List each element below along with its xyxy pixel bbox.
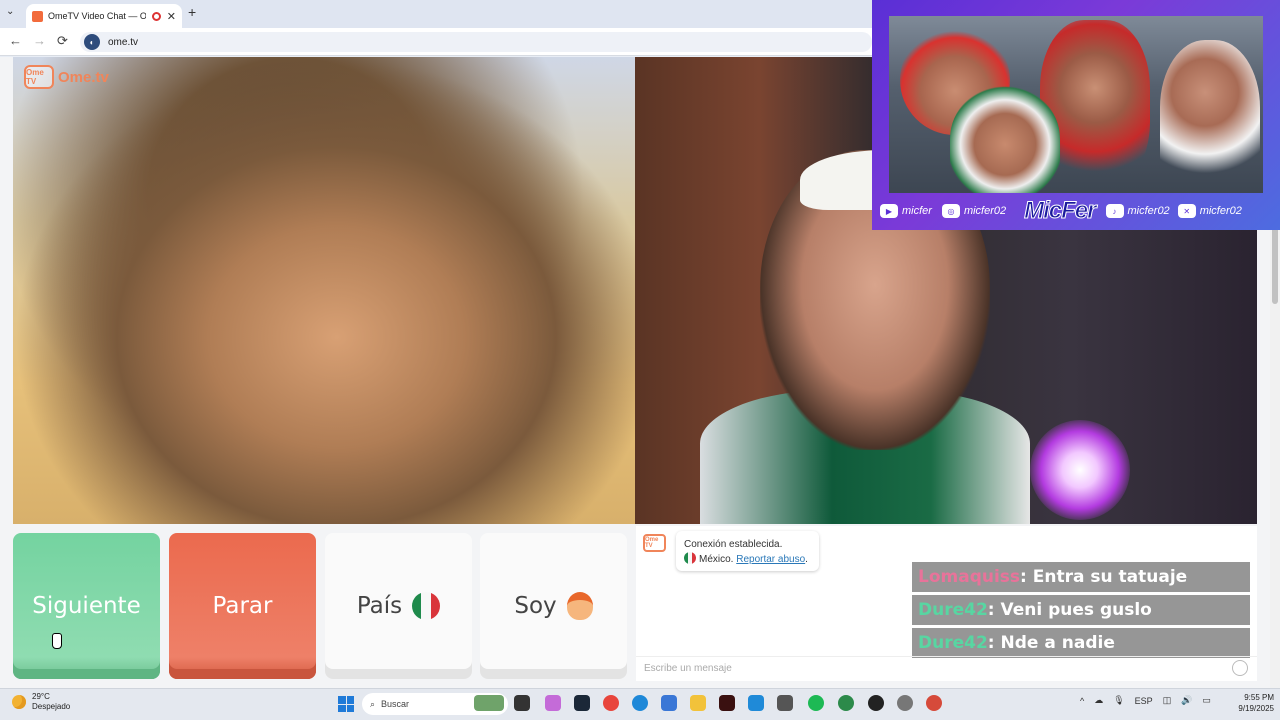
input-language[interactable]: ESP (1135, 696, 1153, 706)
chrome-icon[interactable] (603, 695, 619, 711)
message-input[interactable]: Escribe un mensaje (636, 656, 1257, 680)
network-alert-icon[interactable]: ☁ (1094, 695, 1103, 706)
country-button-label: País (356, 593, 403, 619)
ometv-logo-icon: Ome TV (24, 65, 54, 89)
url-field[interactable]: ◐ ome.tv (80, 32, 872, 52)
calculator-icon[interactable] (777, 695, 793, 711)
stranger-country: México. (699, 554, 734, 565)
tiktok-handle: ♪ micfer02 (1105, 204, 1170, 218)
boy-avatar-icon (566, 592, 593, 620)
stream-chat-message: Dure42 : Veni pues guslo (912, 595, 1250, 625)
instagram-handle-text: micfer02 (963, 205, 1007, 217)
browser-tab[interactable]: OmeTV Video Chat — Ome ✕ (26, 4, 182, 28)
connection-status: Conexión establecida. (684, 539, 783, 550)
system-message: Conexión establecida. México. Reportar a… (676, 531, 819, 571)
youtube-handle-text: micfer (902, 205, 932, 217)
tiktok-icon: ♪ (1105, 204, 1124, 218)
new-tab-button[interactable]: + (188, 4, 196, 20)
streamer-cam-person (950, 85, 1060, 193)
url-text: ome.tv (108, 36, 139, 48)
chrome-profile-icon[interactable] (838, 695, 854, 711)
file-explorer-icon[interactable] (690, 695, 706, 711)
windows-start-icon[interactable] (338, 696, 354, 712)
back-button[interactable]: ← (9, 33, 22, 48)
copilot-icon[interactable] (545, 695, 561, 711)
ometv-logo-text: Ome.tv (58, 68, 109, 86)
obs-icon[interactable] (868, 695, 884, 711)
stream-chat-text: : Entra su tatuaje (1020, 567, 1188, 587)
search-icon: ⌕ (370, 698, 376, 709)
streamer-cam-person (1160, 40, 1260, 190)
ometv-favicon-icon (32, 10, 43, 22)
task-view-icon[interactable] (514, 695, 530, 711)
tab-title: OmeTV Video Chat — Ome (48, 11, 146, 21)
clock-date: 9/19/2025 (1238, 704, 1274, 713)
youtube-icon: ▶ (880, 204, 898, 218)
mouse-cursor-icon (52, 633, 62, 649)
chrome-active-icon[interactable] (926, 695, 942, 711)
x-icon: ✕ (1177, 204, 1196, 218)
x-handle-text: micfer02 (1199, 205, 1242, 217)
spotify-icon[interactable] (808, 695, 824, 711)
tab-list-chevron-icon[interactable]: ⌄ (6, 6, 14, 17)
wifi-icon[interactable]: ◫ (1163, 695, 1172, 706)
social-handles-bar: ▶ micfer ◎ micfer02 MicFer ♪ micfer02 ✕ … (880, 196, 1276, 226)
weather-temp: 29°C (32, 692, 50, 701)
self-video-webcam-light (1030, 420, 1130, 520)
x-handle: ✕ micfer02 (1177, 204, 1242, 218)
stream-chat-user: Dure42 (918, 600, 988, 620)
edge-icon[interactable] (632, 695, 648, 711)
recording-indicator-icon (151, 11, 161, 21)
streamer-brand-logo: MicFer (1024, 197, 1097, 225)
microphone-icon[interactable]: 🎙 (1113, 695, 1124, 706)
stop-button-label: Parar (212, 593, 273, 619)
stream-chat-text: : Veni pues guslo (987, 600, 1152, 620)
store-icon[interactable] (661, 695, 677, 711)
next-button-label: Siguiente (32, 593, 141, 619)
tray-overflow-icon[interactable]: ^ (1080, 696, 1084, 706)
weather-widget[interactable]: 29°C Despejado (12, 692, 70, 712)
app-icon[interactable] (748, 695, 764, 711)
volume-icon[interactable]: 🔊 (1181, 695, 1192, 706)
tiktok-handle-text: micfer02 (1127, 205, 1170, 217)
site-info-icon[interactable]: ◐ (84, 34, 100, 50)
stop-button[interactable]: Parar (169, 533, 316, 679)
stream-chat-message: Lomaquiss : Entra su tatuaje (912, 562, 1250, 592)
stream-chat-user: Dure42 (918, 633, 988, 653)
emoji-icon[interactable] (1232, 660, 1248, 676)
instagram-handle: ◎ micfer02 (941, 204, 1007, 218)
taskbar-clock[interactable]: 9:55 PM 9/19/2025 (1222, 692, 1274, 714)
country-button[interactable]: País (325, 533, 472, 679)
stream-chat-user: Lomaquiss (918, 567, 1021, 587)
report-abuse-suffix: . (805, 554, 808, 565)
report-abuse-link[interactable]: Reportar abuso (736, 554, 805, 565)
stream-chat-text: : Nde a nadie (987, 633, 1115, 653)
mexico-flag-small-icon (684, 552, 696, 564)
weather-condition: Despejado (32, 702, 71, 711)
settings-icon[interactable] (897, 695, 913, 711)
instagram-icon: ◎ (941, 204, 960, 218)
stranger-video (13, 57, 635, 524)
tab-close-icon[interactable]: ✕ (167, 10, 176, 23)
system-tray: ^ ☁ 🎙 ESP ◫ 🔊 ▭ (1080, 695, 1211, 706)
search-highlight-icon (474, 695, 504, 711)
reload-button[interactable]: ⟳ (57, 33, 68, 49)
next-button[interactable]: Siguiente (13, 533, 160, 679)
illustrator-icon[interactable] (719, 695, 735, 711)
youtube-handle: ▶ micfer (880, 204, 932, 218)
stream-chat-message: Dure42 : Nde a nadie (912, 628, 1250, 658)
ometv-chat-icon: Ome TV (643, 534, 666, 552)
ometv-logo[interactable]: Ome TV Ome.tv (24, 65, 109, 89)
clock-time: 9:55 PM (1244, 693, 1274, 702)
forward-button[interactable]: → (33, 33, 46, 48)
battery-icon[interactable]: ▭ (1202, 695, 1211, 706)
steam-icon[interactable] (574, 695, 590, 711)
mexico-flag-icon (412, 592, 441, 620)
moon-icon (12, 695, 26, 709)
gender-button[interactable]: Soy (480, 533, 627, 679)
gender-button-label: Soy (514, 593, 557, 619)
taskbar-search-label: Buscar (381, 699, 410, 709)
